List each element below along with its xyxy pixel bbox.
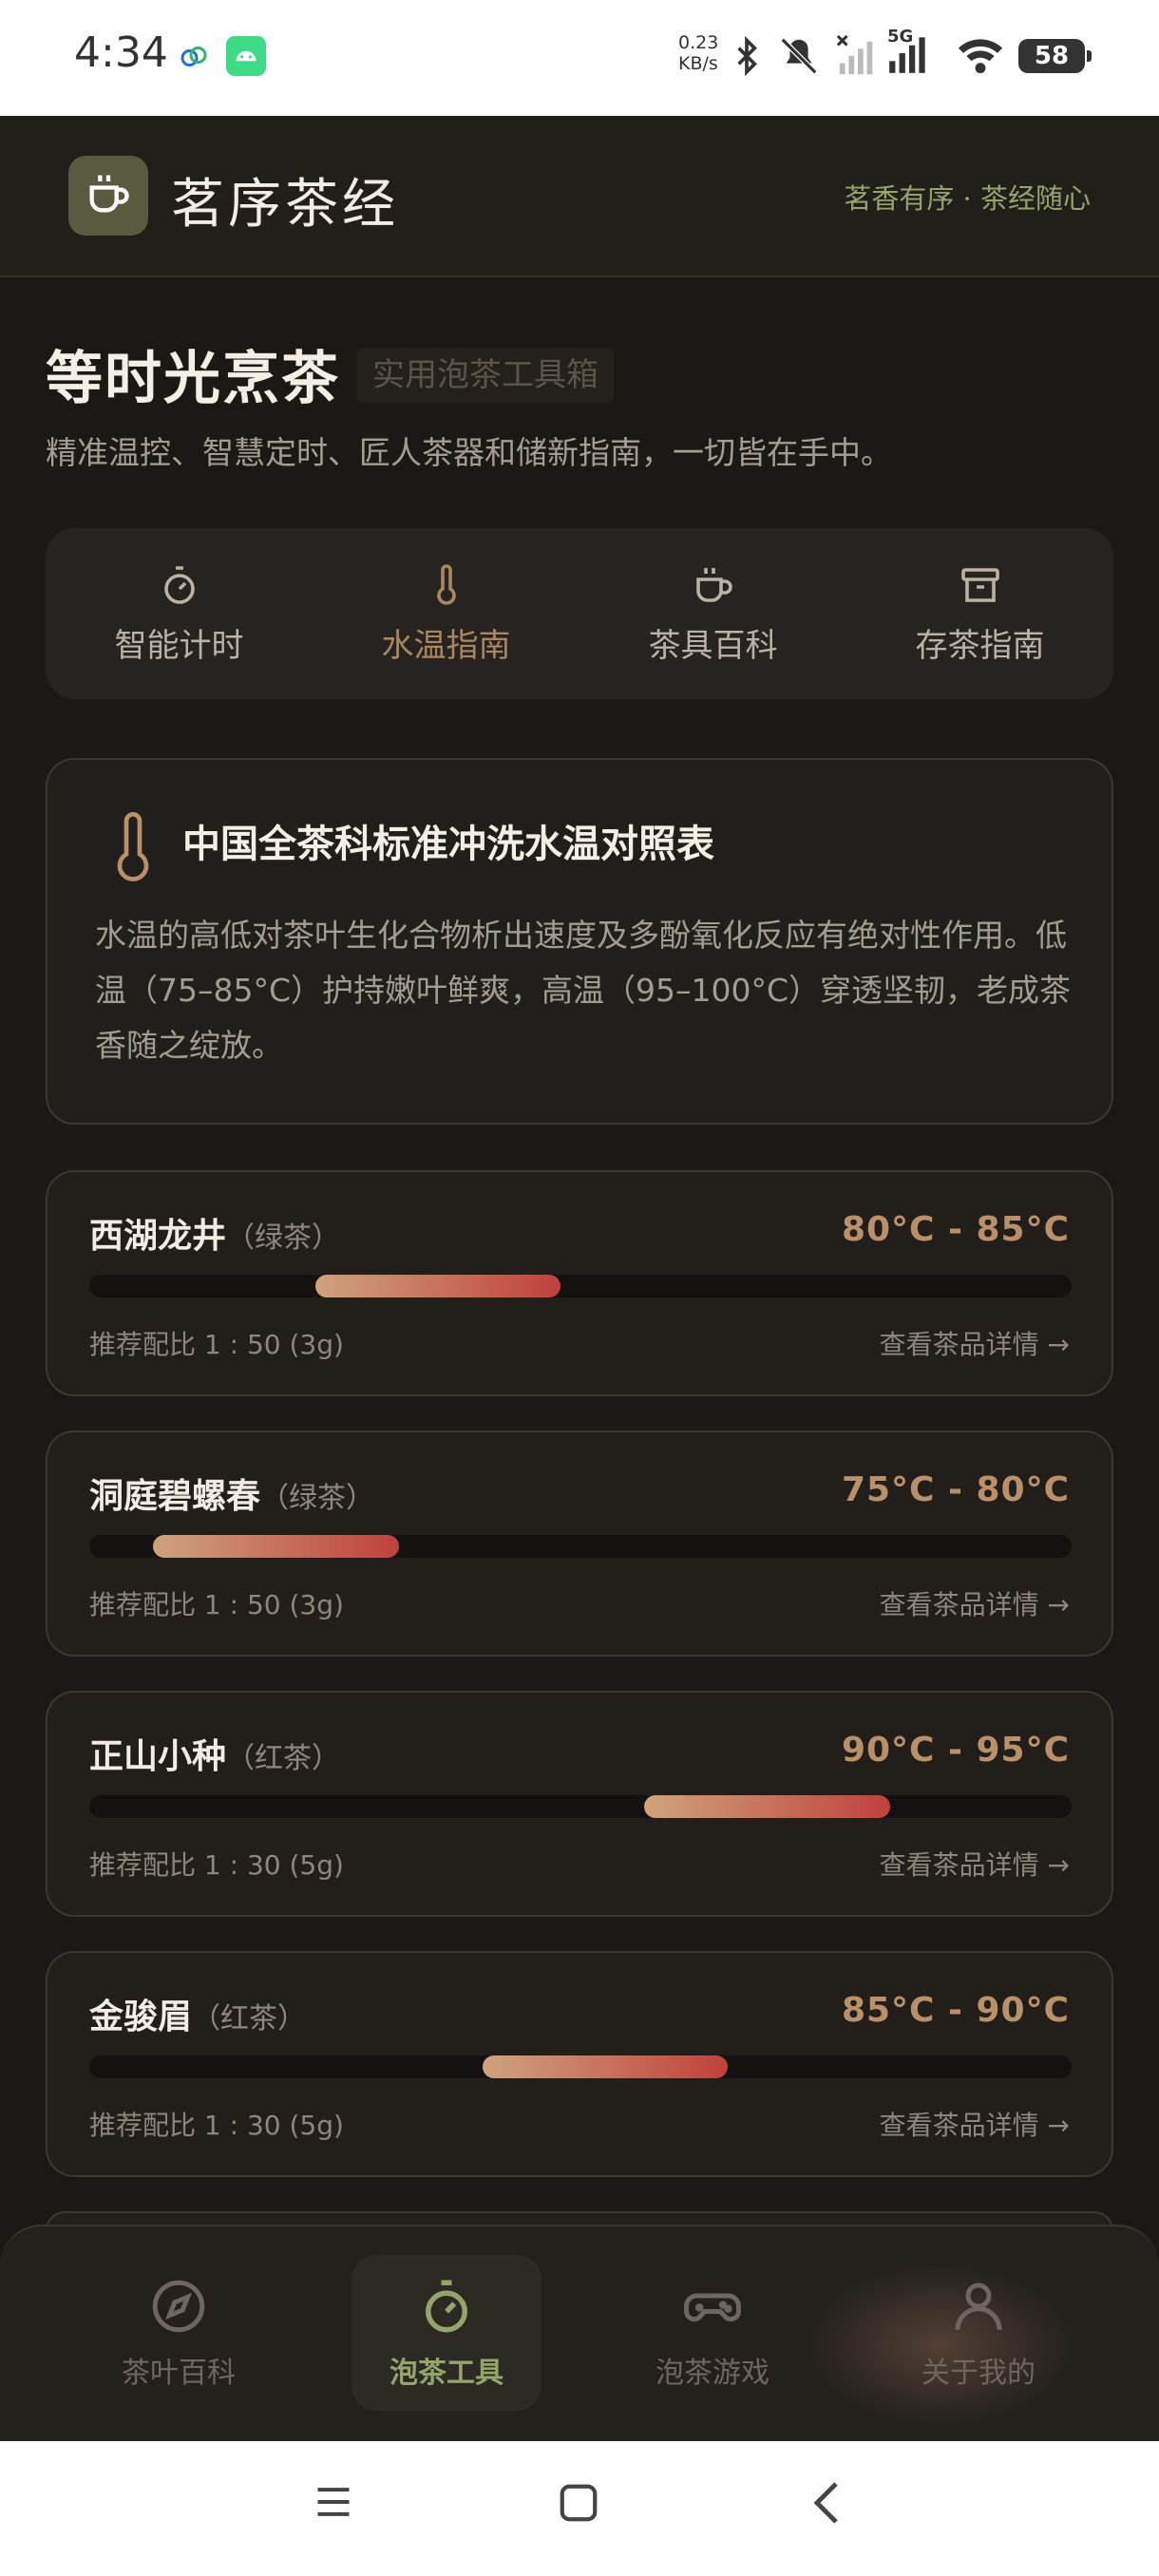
tab-label: 存茶指南 [915,626,1045,665]
bluetooth-icon [728,34,766,82]
network-type: 5G [887,27,914,47]
temp-range-track [89,1535,1072,1558]
bottom-nav: 茶叶百科 泡茶工具 泡茶游戏 关于我的 [0,2225,1159,2441]
network-speed: 0.23 KB/s [678,32,718,74]
temp-range-track [89,1795,1072,1818]
status-bar: 4:34 0.23 KB/s 5G 58 [0,0,1159,116]
tab-label: 水温指南 [381,626,511,665]
speed-value: 0.23 [678,32,719,53]
tea-card[interactable]: 洞庭碧螺春（绿茶） 75°C - 80°C 推荐配比 1 : 50 (3g) 查… [46,1430,1113,1657]
menu-icon[interactable] [312,2481,355,2527]
signal-sim1-icon [836,34,880,82]
speed-unit: KB/s [678,53,718,74]
nav-about-me[interactable]: 关于我的 [884,2255,1074,2411]
tea-detail-link[interactable]: 查看茶品详情 → [880,1584,1070,1622]
tea-name-text: 西湖龙井 [89,1217,227,1256]
archive-box-icon [960,567,999,602]
user-icon [955,2282,1002,2330]
tea-category: （绿茶） [226,1222,341,1255]
intro-body: 水温的高低对茶叶生化合物析出速度及多酚氧化反应有绝对性作用。低温（75–85°C… [95,917,1072,1064]
temp-range-fill [314,1275,561,1297]
app-logo [68,156,148,236]
cloud-sync-icon [177,38,211,76]
nav-label: 茶叶百科 [122,2357,236,2390]
cup-icon [695,567,732,602]
tea-name-text: 洞庭碧螺春 [89,1477,261,1516]
tea-name: 金骏眉（红茶） [89,1989,306,2038]
nav-tea-encyclopedia[interactable]: 茶叶百科 [84,2255,274,2411]
tab-water-temp[interactable]: 水温指南 [313,528,580,699]
tea-temp-range: 85°C - 90°C [841,1991,1070,2030]
tab-timer[interactable]: 智能计时 [46,528,313,699]
temp-range-fill [153,1535,399,1558]
temp-range-track [89,2055,1072,2078]
tea-ratio: 推荐配比 1 : 30 (5g) [89,1849,344,1881]
tab-teaware[interactable]: 茶具百科 [580,528,846,699]
page-title: 等时光烹茶 [46,346,340,412]
tea-category: （红茶） [192,2002,307,2036]
nav-brewing-tools[interactable]: 泡茶工具 [352,2255,542,2411]
thermometer-icon [117,812,149,881]
tea-name-text: 正山小种 [89,1737,227,1776]
tea-temp-range: 75°C - 80°C [841,1470,1070,1509]
stopwatch-icon [426,2280,467,2333]
wifi-icon [956,36,1005,80]
tea-temp-range: 80°C - 85°C [841,1210,1070,1249]
tea-card[interactable]: 金骏眉（红茶） 85°C - 90°C 推荐配比 1 : 30 (5g) 查看茶… [46,1951,1113,2177]
tea-name-text: 金骏眉 [89,1998,193,2036]
tab-label: 智能计时 [114,626,244,665]
tea-ratio: 推荐配比 1 : 30 (5g) [89,2110,344,2141]
tool-tabs: 智能计时 水温指南 茶具百科 存茶指南 [46,528,1113,699]
tea-detail-link[interactable]: 查看茶品详情 → [880,1324,1070,1362]
nav-label: 泡茶游戏 [656,2357,770,2390]
gamepad-icon [684,2293,741,2321]
signal-5g-icon: 5G [885,27,933,82]
tea-temp-range: 90°C - 95°C [841,1731,1070,1770]
tab-storage[interactable]: 存茶指南 [846,528,1113,699]
tea-category: （绿茶） [260,1482,375,1515]
status-time: 4:34 [74,28,168,77]
tea-category: （红茶） [226,1742,341,1775]
temp-range-fill [644,1795,890,1818]
app-title: 茗序茶经 [171,174,399,236]
water-temp-intro-card: 中国全茶科标准冲洗水温对照表 水温的高低对茶叶生化合物析出速度及多酚氧化反应有绝… [46,758,1113,1125]
app-header: 茗序茶经 茗香有序 · 茶经随心 [0,116,1159,277]
home-icon[interactable] [557,2481,600,2529]
nav-label: 关于我的 [922,2357,1036,2390]
system-nav-bar [0,2441,1159,2576]
tea-ratio: 推荐配比 1 : 50 (3g) [89,1329,344,1360]
nav-label: 泡茶工具 [390,2357,504,2390]
intro-title: 中国全茶科标准冲洗水温对照表 [182,823,714,866]
tea-card[interactable]: 西湖龙井（绿茶） 80°C - 85°C 推荐配比 1 : 50 (3g) 查看… [46,1170,1113,1396]
tea-detail-link[interactable]: 查看茶品详情 → [880,2105,1070,2143]
compass-icon [152,2280,205,2333]
page-tag: 实用泡茶工具箱 [357,348,614,403]
tea-card[interactable]: 正山小种（红茶） 90°C - 95°C 推荐配比 1 : 30 (5g) 查看… [46,1691,1113,1917]
battery-indicator: 58 [1018,39,1092,73]
mute-icon [777,34,821,82]
thermometer-icon [436,563,456,605]
temp-range-track [89,1275,1072,1297]
tea-detail-link[interactable]: 查看茶品详情 → [880,1845,1070,1883]
back-icon[interactable] [808,2479,846,2530]
nav-brewing-game[interactable]: 泡茶游戏 [618,2255,808,2411]
timer-icon [163,565,195,604]
tea-name: 正山小种（红茶） [89,1729,340,1778]
page-subtitle: 精准温控、智慧定时、匠人茶器和储新指南，一切皆在手中。 [46,434,892,471]
temp-range-fill [482,2055,729,2078]
tab-label: 茶具百科 [648,626,778,665]
tea-ratio: 推荐配比 1 : 50 (3g) [89,1589,344,1620]
teacup-logo-icon [84,169,133,222]
tea-name: 洞庭碧螺春（绿茶） [89,1468,374,1518]
app-slogan: 茗香有序 · 茶经随心 [844,182,1091,215]
android-app-icon [226,36,266,80]
tea-name: 西湖龙井（绿茶） [89,1208,340,1258]
